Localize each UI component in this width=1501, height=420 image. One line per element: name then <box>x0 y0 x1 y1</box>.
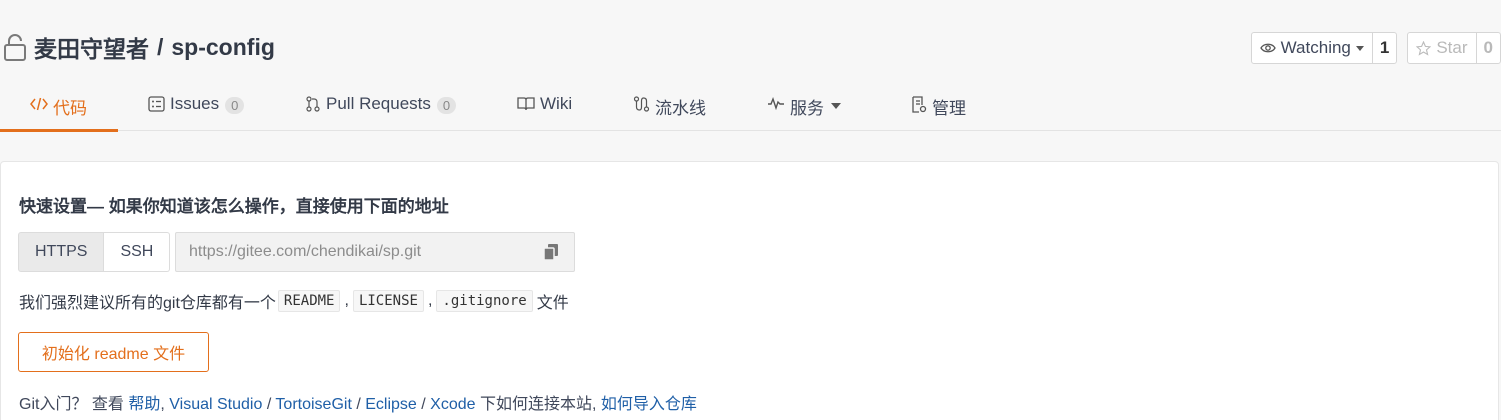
issues-icon <box>148 96 165 112</box>
recommend-suffix: 文件 <box>536 295 569 312</box>
tab-issues[interactable]: Issues 0 <box>148 84 245 131</box>
tab-label: Wiki <box>540 94 573 113</box>
clone-url-text: https://gitee.com/chendikai/sp.git <box>189 243 422 260</box>
star-icon <box>1416 40 1432 56</box>
tab-label: 管理 <box>932 99 966 118</box>
watch-label: Watching <box>1280 38 1351 57</box>
chevron-down-icon <box>831 103 841 109</box>
file-readme-code: README <box>277 290 341 312</box>
star-button[interactable]: Star <box>1408 33 1477 63</box>
active-tab-indicator <box>0 129 118 132</box>
lock-icon <box>2 33 28 61</box>
tab-label: Pull Requests <box>326 94 431 113</box>
eclipse-link[interactable]: Eclipse <box>365 396 417 413</box>
import-repo-link[interactable]: 如何导入仓库 <box>601 396 697 413</box>
protocol-switch: HTTPS SSH <box>18 232 171 272</box>
git-help-line: Git入门？ 查看 帮助, Visual Studio / TortoiseGi… <box>19 396 697 413</box>
clone-url-field[interactable]: https://gitee.com/chendikai/sp.git <box>175 232 575 272</box>
star-label: Star <box>1436 38 1468 57</box>
file-license-code: LICENSE <box>352 290 424 312</box>
repo-title: 麦田守望者 / sp-config <box>2 30 275 64</box>
pipeline-icon <box>633 96 650 112</box>
quick-setup-title: 快速设置— 如果你知道该怎么操作，直接使用下面的地址 <box>19 197 449 216</box>
xcode-link[interactable]: Xcode <box>430 396 475 413</box>
tab-label: 代码 <box>53 99 87 118</box>
copy-icon[interactable] <box>543 243 559 266</box>
watch-button[interactable]: Watching <box>1252 33 1373 63</box>
visual-studio-link[interactable]: Visual Studio <box>169 396 262 413</box>
pr-count-badge: 0 <box>436 97 457 114</box>
help-link[interactable]: 帮助 <box>128 396 160 413</box>
repo-tabs: 代码 Issues 0 Pull Requests 0 Wiki 流水线 服务 <box>0 84 1501 132</box>
tab-label: Issues <box>170 94 220 113</box>
pull-request-icon <box>306 96 320 112</box>
star-count[interactable]: 0 <box>1477 33 1500 63</box>
repo-owner-link[interactable]: 麦田守望者 <box>34 30 149 64</box>
git-help-prefix: Git入门？ 查看 <box>19 396 124 413</box>
https-button[interactable]: HTTPS <box>18 232 105 272</box>
watch-count[interactable]: 1 <box>1373 33 1396 63</box>
repo-header: 麦田守望者 / sp-config Watching 1 Star 0 代码 I… <box>0 0 1501 132</box>
tab-wiki[interactable]: Wiki <box>517 84 572 131</box>
watch-button-group: Watching 1 <box>1250 32 1398 64</box>
ssh-button[interactable]: SSH <box>104 232 171 272</box>
chevron-down-icon <box>1355 45 1364 51</box>
tab-manage[interactable]: 管理 <box>911 84 966 131</box>
tab-services[interactable]: 服务 <box>767 84 841 131</box>
repo-name-link[interactable]: sp-config <box>171 34 275 61</box>
settings-document-icon <box>912 96 927 113</box>
recommend-line: 我们强烈建议所有的git仓库都有一个 README, LICENSE, .git… <box>19 289 569 313</box>
tab-label: 流水线 <box>655 99 706 118</box>
tab-pull-requests[interactable]: Pull Requests 0 <box>305 84 457 131</box>
star-button-group: Star 0 <box>1407 32 1501 64</box>
tab-pipeline[interactable]: 流水线 <box>633 84 706 131</box>
code-icon <box>30 97 48 111</box>
file-gitignore-code: .gitignore <box>436 290 533 312</box>
tab-code[interactable]: 代码 <box>0 84 118 132</box>
quick-setup-panel: 快速设置— 如果你知道该怎么操作，直接使用下面的地址 HTTPS SSH htt… <box>0 161 1499 420</box>
init-readme-button[interactable]: 初始化 readme 文件 <box>18 332 209 372</box>
repo-actions: Watching 1 Star 0 <box>1241 32 1501 64</box>
eye-icon <box>1259 43 1276 53</box>
book-icon <box>517 97 535 111</box>
activity-icon <box>768 96 784 110</box>
tortoisegit-link[interactable]: TortoiseGit <box>275 396 351 413</box>
connect-text: 下如何连接本站, <box>479 396 597 413</box>
repo-separator: / <box>157 33 164 60</box>
tab-label: 服务 <box>790 99 824 118</box>
recommend-prefix: 我们强烈建议所有的git仓库都有一个 <box>19 295 276 312</box>
issues-count-badge: 0 <box>225 97 245 114</box>
